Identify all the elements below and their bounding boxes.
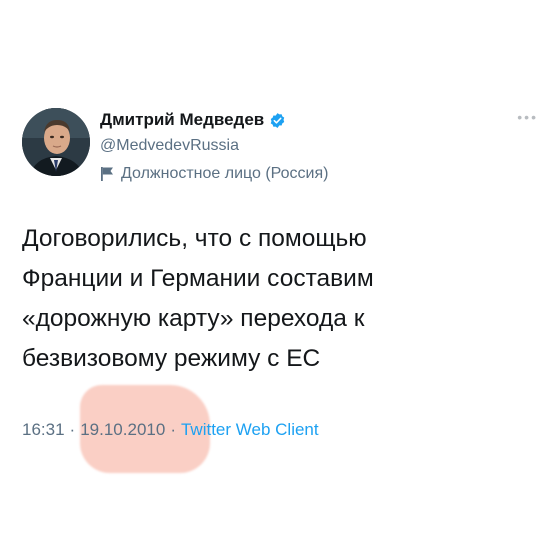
flag-icon	[100, 166, 114, 182]
tweet-date[interactable]: 19.10.2010	[80, 420, 165, 439]
tweet-header: Дмитрий Медведев @MedvedevRussia Должнос	[22, 108, 328, 184]
separator: ·	[69, 420, 76, 439]
tweet-text-line: Договорились, что с помощью	[22, 225, 367, 252]
name-row: Дмитрий Медведев	[100, 110, 328, 130]
tweet-text-line: «дорожную карту» перехода к	[22, 305, 365, 332]
more-options-icon[interactable]: •••	[517, 110, 538, 124]
tweet-text-line: безвизовому режиму с ЕС	[22, 345, 321, 372]
author-meta: Дмитрий Медведев @MedvedevRussia Должнос	[100, 108, 328, 184]
tweet-client-link[interactable]: Twitter Web Client	[181, 420, 319, 439]
separator: ·	[170, 420, 176, 439]
affiliation-label-row: Должностное лицо (Россия)	[100, 164, 328, 184]
tweet-text: Договорились, что с помощью Франции и Ге…	[22, 219, 542, 379]
author-name[interactable]: Дмитрий Медведев	[100, 110, 264, 130]
person-avatar-icon	[22, 108, 90, 176]
avatar[interactable]	[22, 108, 90, 176]
affiliation-label: Должностное лицо (Россия)	[121, 165, 329, 182]
tweet-text-line: Франции и Германии составим	[22, 265, 374, 292]
verified-badge-icon	[269, 112, 286, 129]
tweet-time[interactable]: 16:31	[22, 420, 65, 439]
tweet-card: ••• Дмитрий Медведев @MedvedevRussia Дол…	[0, 0, 560, 560]
tweet-footer: 16:31 · 19.10.2010 · Twitter Web Client	[22, 420, 319, 440]
author-handle[interactable]: @MedvedevRussia	[100, 137, 328, 155]
